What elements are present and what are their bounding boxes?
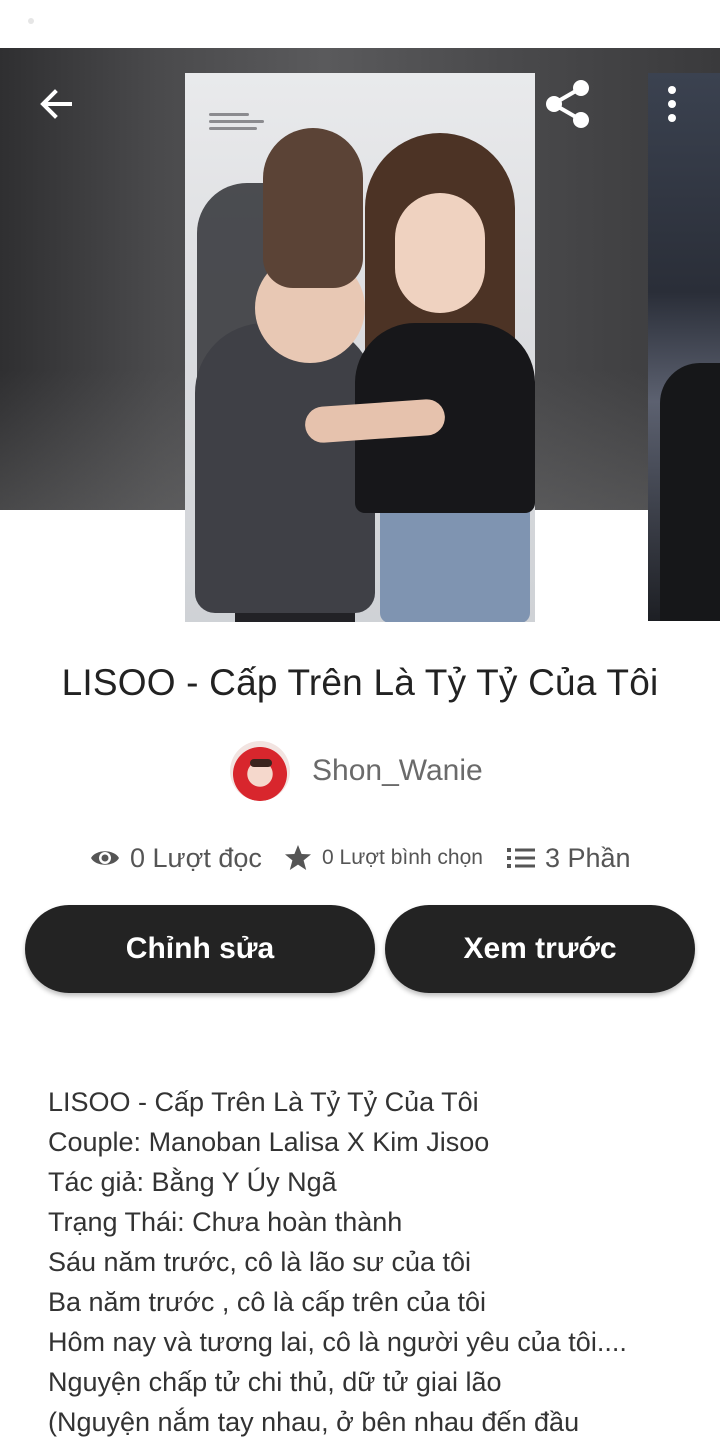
more-vertical-icon <box>668 86 676 122</box>
author-name[interactable]: Shon_Wanie <box>312 754 483 788</box>
author-link[interactable]: Shon_Wanie <box>230 740 483 802</box>
description-line: Hôm nay và tương lai, cô là người yêu củ… <box>48 1327 627 1357</box>
description-line: Tác giả: Bằng Y Úy Ngã <box>48 1167 337 1197</box>
share-icon <box>546 80 589 128</box>
status-dot <box>28 18 34 24</box>
more-options-button[interactable] <box>652 80 692 128</box>
star-icon <box>285 845 311 870</box>
list-icon <box>507 848 535 868</box>
description-line: LISOO - Cấp Trên Là Tỷ Tỷ Của Tôi <box>48 1087 479 1117</box>
parts-count: 3 Phần <box>545 842 631 873</box>
back-button[interactable] <box>30 80 82 128</box>
preview-button[interactable]: Xem trước <box>385 905 695 993</box>
votes-count: 0 Lượt bình chọn <box>322 846 483 869</box>
description-line: (Nguyện nắm tay nhau, ở bên nhau đến đầu <box>48 1407 580 1437</box>
edit-button[interactable]: Chỉnh sửa <box>25 905 375 993</box>
reads-count: 0 Lượt đọc <box>130 842 262 873</box>
description-line: Ba năm trước , cô là cấp trên của tôi <box>48 1287 486 1317</box>
next-cover-preview[interactable] <box>648 73 720 621</box>
description-line: Trạng Thái: Chưa hoàn thành <box>48 1207 403 1237</box>
description-line: Nguyện chấp tử chi thủ, dữ tử giai lão <box>48 1367 502 1397</box>
story-stats: 0 Lượt đọc 0 Lượt bình chọn 3 Phần <box>0 838 720 878</box>
parts-stat: 3 Phần <box>507 838 631 878</box>
eye-icon <box>91 851 119 865</box>
share-button[interactable] <box>540 78 596 130</box>
description-line: Sáu năm trước, cô là lão sư của tôi <box>48 1247 472 1277</box>
votes-stat: 0 Lượt bình chọn <box>284 838 483 878</box>
status-bar <box>0 0 720 48</box>
reads-stat: 0 Lượt đọc <box>90 838 262 878</box>
story-title: LISOO - Cấp Trên Là Tỷ Tỷ Của Tôi <box>61 662 659 703</box>
story-description: LISOO - Cấp Trên Là Tỷ Tỷ Của Tôi Couple… <box>48 1082 698 1440</box>
author-avatar[interactable] <box>230 741 290 801</box>
arrow-left-icon <box>40 89 72 119</box>
story-cover-image <box>185 73 535 622</box>
description-line: Couple: Manoban Lalisa X Kim Jisoo <box>48 1127 490 1157</box>
